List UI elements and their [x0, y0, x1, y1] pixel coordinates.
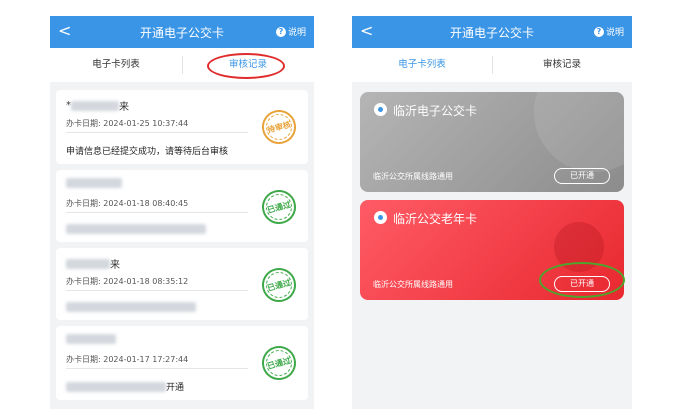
record-item[interactable]: 办卡日期: 2024-01-17 17:27:44 开通 已通过	[56, 326, 308, 400]
card-decoration	[534, 92, 624, 172]
redacted-name	[66, 258, 110, 269]
help-button[interactable]: ? 说明	[275, 25, 306, 38]
apply-date: 办卡日期: 2024-01-17 17:27:44	[66, 355, 189, 364]
approved-stamp: 已通过	[258, 186, 300, 228]
help-label: 说明	[287, 28, 306, 38]
card-route: 临沂公交所属线路通用	[373, 172, 453, 181]
status-message: 申请信息已经提交成功，请等待后台审核	[66, 147, 229, 157]
card-logo-icon	[374, 103, 387, 116]
card-logo-icon	[374, 211, 387, 224]
redacted-name	[66, 178, 122, 188]
apply-date: 办卡日期: 2024-01-18 08:40:45	[66, 199, 189, 208]
tab-card-list[interactable]: 电子卡列表	[352, 48, 492, 82]
status-message: 开通	[66, 380, 184, 393]
red-annotation-circle	[207, 53, 285, 79]
tab-card-list[interactable]: 电子卡列表	[50, 48, 182, 82]
help-icon: ?	[275, 26, 286, 37]
card-route: 临沂公交所属线路通用	[373, 280, 453, 289]
applicant-name	[66, 334, 116, 344]
card-name: 临沂电子公交卡	[393, 104, 478, 118]
redacted-message	[66, 224, 206, 234]
help-button[interactable]: ? 说明	[593, 25, 624, 38]
divider	[66, 212, 248, 213]
page-title: 开通电子公交卡	[449, 26, 534, 40]
applicant-name	[66, 178, 122, 188]
redacted-message	[66, 302, 196, 312]
record-item[interactable]: * 来 办卡日期: 2024-01-25 10:37:44 申请信息已经提交成功…	[56, 90, 308, 164]
card-name: 临沂公交老年卡	[393, 212, 478, 226]
green-annotation-circle	[539, 262, 625, 298]
help-icon: ?	[593, 26, 604, 37]
record-item[interactable]: 来 办卡日期: 2024-01-18 08:35:12 已通过	[56, 248, 308, 320]
tab-audit-records[interactable]: 审核记录	[492, 48, 632, 82]
record-item[interactable]: 办卡日期: 2024-01-18 08:40:45 已通过	[56, 170, 308, 242]
left-screen: < 开通电子公交卡 ? 说明 电子卡列表 审核记录 * 来 办卡日期: 2024…	[50, 16, 314, 409]
applicant-name: 来	[66, 256, 120, 271]
approved-stamp: 已通过	[258, 342, 300, 384]
header-bar: < 开通电子公交卡 ? 说明	[50, 16, 314, 48]
redacted-message	[66, 381, 166, 392]
bus-card-electronic[interactable]: 临沂电子公交卡 临沂公交所属线路通用 已开通	[360, 92, 624, 192]
header-bar: < 开通电子公交卡 ? 说明	[352, 16, 632, 48]
status-message	[66, 302, 196, 312]
tab-bar: 电子卡列表 审核记录	[50, 48, 314, 82]
tab-bar: 电子卡列表 审核记录	[352, 48, 632, 82]
divider	[66, 368, 248, 369]
apply-date: 办卡日期: 2024-01-18 08:35:12	[66, 277, 189, 286]
applicant-name: * 来	[66, 98, 129, 113]
page-title: 开通电子公交卡	[139, 26, 224, 40]
name-tail-text: 来	[110, 260, 120, 271]
redacted-name	[71, 100, 119, 111]
help-label: 说明	[605, 28, 624, 38]
apply-date: 办卡日期: 2024-01-25 10:37:44	[66, 119, 189, 128]
tab-divider	[182, 56, 183, 74]
pending-stamp: 待审核	[258, 106, 300, 148]
approved-stamp: 已通过	[258, 264, 300, 306]
name-tail-text: 来	[119, 102, 129, 113]
right-screen: < 开通电子公交卡 ? 说明 电子卡列表 审核记录 临沂电子公交卡 临沂公交所属…	[352, 16, 632, 409]
status-message	[66, 224, 206, 234]
divider	[66, 132, 248, 133]
tab-divider	[492, 56, 493, 74]
divider	[66, 290, 248, 291]
opened-button[interactable]: 已开通	[554, 168, 610, 184]
message-tail-text: 开通	[166, 383, 185, 393]
redacted-name	[66, 334, 116, 344]
